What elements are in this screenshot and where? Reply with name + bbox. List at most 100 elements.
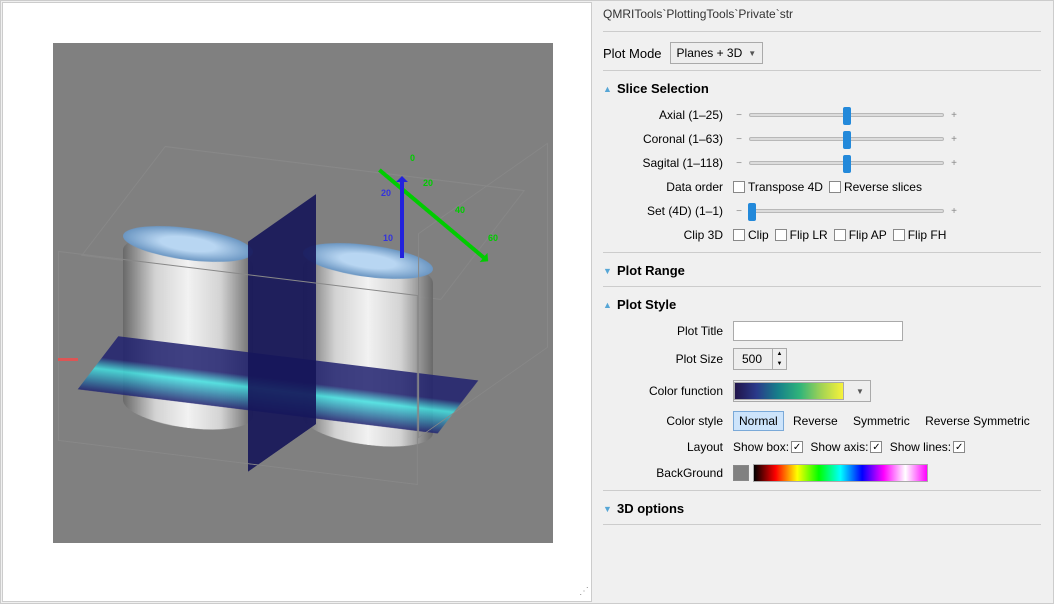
scene-3d[interactable]: 0 20 40 60 20 10 bbox=[113, 163, 493, 483]
section-plot-range[interactable]: ▼ Plot Range bbox=[603, 263, 1041, 278]
layout-label: Layout bbox=[603, 440, 733, 454]
section-title: Plot Range bbox=[617, 263, 685, 278]
checkbox-icon[interactable] bbox=[829, 181, 841, 193]
axial-minus[interactable]: − bbox=[733, 109, 745, 121]
breadcrumb: QMRITools`PlottingTools`Private`str bbox=[603, 7, 1041, 25]
background-label: BackGround bbox=[603, 466, 733, 480]
axis-green-tick2: 40 bbox=[455, 205, 465, 215]
axial-plus[interactable]: + bbox=[948, 109, 960, 121]
axial-label: Axial (1–25) bbox=[603, 108, 733, 122]
color-gradient-swatch bbox=[734, 382, 844, 400]
show-lines-check[interactable]: ✓ bbox=[953, 441, 965, 453]
flip-ap-check[interactable]: Flip AP bbox=[834, 228, 887, 242]
plot-size-label: Plot Size bbox=[603, 352, 733, 366]
checkbox-icon[interactable] bbox=[893, 229, 905, 241]
section-title: Plot Style bbox=[617, 297, 676, 312]
divider bbox=[603, 31, 1041, 32]
transpose-4d-check[interactable]: Transpose 4D bbox=[733, 180, 823, 194]
show-box-label: Show box: bbox=[733, 440, 789, 454]
sagital-minus[interactable]: − bbox=[733, 157, 745, 169]
color-style-label: Color style bbox=[603, 414, 733, 428]
control-panel: QMRITools`PlottingTools`Private`str Plot… bbox=[593, 1, 1053, 603]
clip3d-label: Clip 3D bbox=[603, 228, 733, 242]
plot-title-input[interactable] bbox=[733, 321, 903, 341]
spinner-up-icon[interactable]: ▲ bbox=[773, 349, 786, 359]
set4d-thumb[interactable] bbox=[748, 203, 756, 221]
color-style-reverse[interactable]: Reverse bbox=[787, 411, 844, 431]
section-title: Slice Selection bbox=[617, 81, 709, 96]
spinner-down-icon[interactable]: ▼ bbox=[773, 359, 786, 369]
sagital-slider[interactable] bbox=[749, 161, 944, 165]
show-box-check[interactable]: ✓ bbox=[791, 441, 803, 453]
flip-fh-text: Flip FH bbox=[908, 228, 947, 242]
checkbox-icon[interactable] bbox=[775, 229, 787, 241]
coronal-slider[interactable] bbox=[749, 137, 944, 141]
plot-size-value: 500 bbox=[734, 352, 772, 366]
color-function-select[interactable]: ▼ bbox=[733, 380, 871, 402]
divider bbox=[603, 524, 1041, 525]
plot-title-label: Plot Title bbox=[603, 324, 733, 338]
color-style-symmetric[interactable]: Symmetric bbox=[847, 411, 916, 431]
chevron-down-icon: ▼ bbox=[850, 387, 870, 396]
plot-canvas[interactable]: 0 20 40 60 20 10 bbox=[53, 43, 553, 543]
color-style-setter: Normal Reverse Symmetric Reverse Symmetr… bbox=[733, 414, 1036, 428]
set4d-slider[interactable] bbox=[749, 209, 944, 213]
transpose-4d-text: Transpose 4D bbox=[748, 180, 823, 194]
plot-mode-select[interactable]: Planes + 3D ▼ bbox=[670, 42, 764, 64]
dataorder-label: Data order bbox=[603, 180, 733, 194]
resize-grip[interactable]: ⋰ bbox=[579, 589, 589, 599]
background-color-swatch[interactable] bbox=[733, 465, 749, 481]
chevron-up-icon: ▲ bbox=[603, 84, 613, 94]
section-3d-options[interactable]: ▼ 3D options bbox=[603, 501, 1041, 516]
checkbox-icon[interactable] bbox=[733, 181, 745, 193]
reverse-slices-check[interactable]: Reverse slices bbox=[829, 180, 922, 194]
coronal-plus[interactable]: + bbox=[948, 133, 960, 145]
sagital-label: Sagital (1–118) bbox=[603, 156, 733, 170]
section-slice-selection[interactable]: ▲ Slice Selection bbox=[603, 81, 1041, 96]
color-function-label: Color function bbox=[603, 384, 733, 398]
show-axis-label: Show axis: bbox=[810, 440, 868, 454]
flip-lr-text: Flip LR bbox=[790, 228, 828, 242]
plot-size-spinner[interactable]: 500 ▲ ▼ bbox=[733, 348, 787, 370]
plot-mode-label: Plot Mode bbox=[603, 46, 662, 61]
axial-slider[interactable] bbox=[749, 113, 944, 117]
viewer-pane: 0 20 40 60 20 10 ⋰ bbox=[2, 2, 592, 602]
sagital-thumb[interactable] bbox=[843, 155, 851, 173]
color-style-reverse-symmetric[interactable]: Reverse Symmetric bbox=[919, 411, 1036, 431]
coronal-minus[interactable]: − bbox=[733, 133, 745, 145]
reverse-slices-text: Reverse slices bbox=[844, 180, 922, 194]
axis-blue-tick2: 20 bbox=[381, 188, 391, 198]
clip-check[interactable]: Clip bbox=[733, 228, 769, 242]
flip-fh-check[interactable]: Flip FH bbox=[893, 228, 947, 242]
set4d-label: Set (4D) (1–1) bbox=[603, 204, 733, 218]
axis-green-tick3: 60 bbox=[488, 233, 498, 243]
chevron-up-icon: ▲ bbox=[603, 300, 613, 310]
chevron-down-icon: ▼ bbox=[603, 266, 613, 276]
section-title: 3D options bbox=[617, 501, 684, 516]
divider bbox=[603, 490, 1041, 491]
background-color-slider[interactable] bbox=[753, 464, 928, 482]
flip-ap-text: Flip AP bbox=[849, 228, 887, 242]
axis-green-tick1: 20 bbox=[423, 178, 433, 188]
chevron-down-icon: ▼ bbox=[748, 49, 756, 58]
axis-blue-tick1: 10 bbox=[383, 233, 393, 243]
coronal-thumb[interactable] bbox=[843, 131, 851, 149]
checkbox-icon[interactable] bbox=[834, 229, 846, 241]
divider bbox=[603, 286, 1041, 287]
flip-lr-check[interactable]: Flip LR bbox=[775, 228, 828, 242]
axis-red bbox=[58, 358, 78, 361]
set4d-plus[interactable]: + bbox=[948, 205, 960, 217]
axis-blue bbox=[400, 178, 404, 258]
checkbox-icon[interactable] bbox=[733, 229, 745, 241]
axis-green-tick0: 0 bbox=[410, 153, 415, 163]
chevron-down-icon: ▼ bbox=[603, 504, 613, 514]
axial-thumb[interactable] bbox=[843, 107, 851, 125]
set4d-minus[interactable]: − bbox=[733, 205, 745, 217]
plot-mode-value: Planes + 3D bbox=[677, 46, 743, 60]
show-axis-check[interactable]: ✓ bbox=[870, 441, 882, 453]
sagital-plus[interactable]: + bbox=[948, 157, 960, 169]
coronal-label: Coronal (1–63) bbox=[603, 132, 733, 146]
color-style-normal[interactable]: Normal bbox=[733, 411, 784, 431]
divider bbox=[603, 252, 1041, 253]
section-plot-style[interactable]: ▲ Plot Style bbox=[603, 297, 1041, 312]
